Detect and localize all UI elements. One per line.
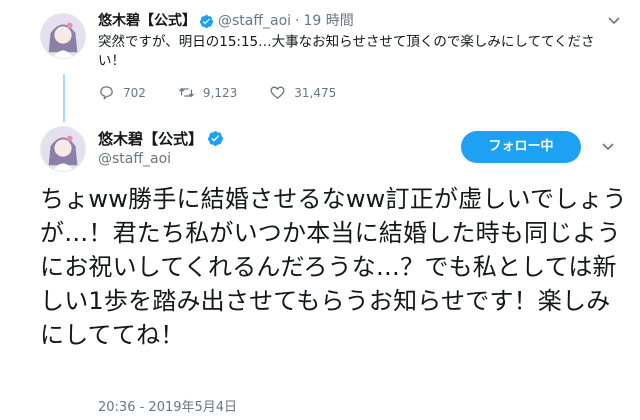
- display-name: 悠木碧【公式】: [98, 128, 224, 149]
- like-heart-icon: [270, 86, 285, 99]
- display-name-text[interactable]: 悠木碧【公式】: [98, 128, 203, 149]
- tweet-time[interactable]: 19 時間: [304, 12, 354, 30]
- separator-dot: ·: [295, 13, 300, 29]
- tweet-header: 悠木碧【公式】 @staff_aoi · 19 時間: [98, 12, 354, 30]
- handle[interactable]: @staff_aoi: [98, 151, 171, 167]
- retweet-icon: [178, 88, 194, 97]
- like-count: 31,475: [294, 85, 337, 100]
- chevron-down-icon[interactable]: [598, 136, 618, 156]
- retweet-count: 9,123: [202, 85, 238, 100]
- verified-badge-icon: [208, 131, 223, 146]
- thread-connector: [63, 74, 65, 122]
- tweet-text: ちょww勝手に結婚させるなww訂正が虚しいでしょうが…！君たち私がいつか本当に結…: [40, 185, 627, 349]
- retweet-button[interactable]: 9,123: [178, 84, 237, 101]
- follow-button[interactable]: フォロー中: [461, 131, 581, 163]
- avatar[interactable]: [40, 13, 86, 59]
- verified-badge-icon: [199, 14, 214, 28]
- like-button[interactable]: 31,475: [269, 84, 336, 101]
- tweet-actions: 702 9,123 31,475: [98, 84, 368, 101]
- reply-icon: [100, 86, 113, 100]
- tweet-text: 突然ですが、明日の15:15…大事なお知らせさせて頂くので楽しみにしててください…: [98, 34, 595, 69]
- tweet-timestamp[interactable]: 20:36 - 2019年5月4日: [98, 396, 237, 415]
- chevron-down-icon[interactable]: [604, 10, 624, 30]
- reply-button[interactable]: 702: [98, 84, 146, 101]
- handle[interactable]: @staff_aoi: [218, 12, 291, 30]
- avatar[interactable]: [40, 126, 86, 172]
- display-name[interactable]: 悠木碧【公式】: [98, 12, 196, 30]
- reply-count: 702: [123, 85, 146, 100]
